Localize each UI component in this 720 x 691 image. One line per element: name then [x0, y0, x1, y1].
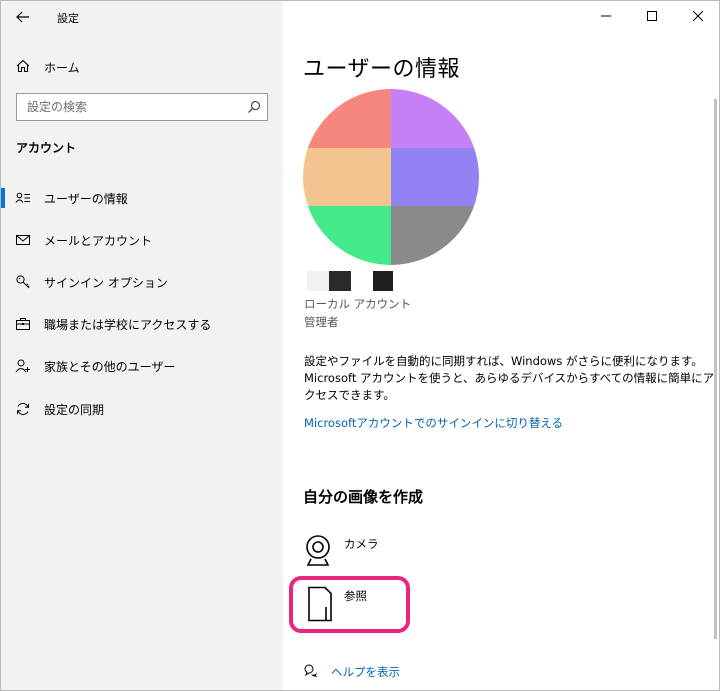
- redaction-block: [307, 271, 329, 291]
- camera-label: カメラ: [344, 537, 379, 551]
- sidebar-item-label: 設定の同期: [44, 403, 105, 417]
- create-picture-heading: 自分の画像を作成: [303, 488, 424, 506]
- avatar-cell: [303, 206, 391, 265]
- browse-button[interactable]: 参照: [303, 584, 503, 629]
- help-label: ヘルプを表示: [331, 665, 400, 679]
- sidebar-item-user-info[interactable]: ユーザーの情報: [1, 180, 283, 216]
- search-icon[interactable]: [247, 100, 261, 114]
- redaction-block: [351, 271, 373, 291]
- scrollbar[interactable]: [714, 99, 717, 639]
- avatar-cell: [391, 148, 479, 206]
- close-icon: [693, 11, 703, 21]
- search-box: [16, 93, 268, 121]
- avatar-cell: [391, 89, 479, 148]
- maximize-button[interactable]: [629, 1, 675, 31]
- sync-icon: [17, 403, 29, 415]
- main-content: ユーザーの情報 ローカル アカウント 管理者 設定やファイルを自動的に同期すれば…: [283, 1, 719, 690]
- sidebar-item-family-users[interactable]: 家族とその他のユーザー: [1, 348, 283, 384]
- page-title: ユーザーの情報: [303, 57, 461, 82]
- section-heading: アカウント: [16, 141, 77, 155]
- user-avatar: [303, 89, 479, 265]
- sidebar-item-sync[interactable]: 設定の同期: [1, 391, 283, 427]
- sidebar-item-label: 家族とその他のユーザー: [44, 360, 176, 374]
- browse-file-icon: [308, 586, 332, 622]
- user-info-icon: [15, 192, 30, 203]
- home-label: ホーム: [44, 61, 80, 75]
- title-bar: 設定: [1, 1, 283, 33]
- browse-label: 参照: [344, 589, 367, 603]
- camera-icon: [306, 535, 330, 566]
- back-arrow-icon: [16, 11, 29, 23]
- minimize-icon: [601, 15, 611, 17]
- search-input[interactable]: [17, 94, 237, 120]
- sidebar-item-home[interactable]: ホーム: [1, 51, 283, 81]
- add-person-icon: [15, 359, 30, 373]
- app-title: 設定: [57, 12, 79, 25]
- minimize-button[interactable]: [583, 1, 629, 31]
- sidebar-item-label: ユーザーの情報: [44, 192, 128, 206]
- settings-window: 設定 ホーム アカウント ユーザーの情報: [0, 0, 720, 691]
- sidebar-item-label: サインイン オプション: [44, 276, 168, 290]
- back-button[interactable]: [7, 3, 39, 31]
- sidebar-item-mail-accounts[interactable]: メールとアカウント: [1, 222, 283, 258]
- microsoft-account-link[interactable]: Microsoftアカウントでのサインインに切り替える: [304, 415, 563, 431]
- sidebar: 設定 ホーム アカウント ユーザーの情報: [1, 1, 283, 690]
- redaction-block: [329, 271, 351, 291]
- home-icon: [16, 59, 30, 73]
- avatar-cell: [303, 148, 391, 206]
- avatar-cell: [391, 206, 479, 265]
- mail-icon: [16, 235, 30, 245]
- account-type: ローカル アカウント: [304, 297, 412, 311]
- briefcase-icon: [16, 318, 30, 330]
- active-indicator: [1, 188, 5, 208]
- description-line: 設定やファイルを自動的に同期すれば、Windows がさらに便利になります。: [304, 354, 703, 368]
- key-icon: [16, 275, 30, 289]
- window-controls: [583, 1, 719, 33]
- account-role: 管理者: [304, 315, 339, 329]
- redaction-block: [373, 271, 393, 291]
- avatar-cell: [303, 89, 391, 148]
- sidebar-item-sign-in-options[interactable]: サインイン オプション: [1, 264, 283, 300]
- help-chat-icon: [304, 664, 318, 677]
- sync-description: 設定やファイルを自動的に同期すれば、Windows がさらに便利になります。 M…: [304, 353, 719, 404]
- camera-button[interactable]: カメラ: [303, 531, 503, 571]
- sidebar-item-label: メールとアカウント: [44, 234, 153, 248]
- close-button[interactable]: [675, 1, 719, 31]
- maximize-icon: [647, 11, 657, 21]
- description-line: クセスできます。: [304, 388, 395, 402]
- description-line: Microsoft アカウントを使うと、あらゆるデバイスからすべての情報に簡単に…: [304, 371, 715, 385]
- sidebar-item-work-school[interactable]: 職場または学校にアクセスする: [1, 306, 283, 342]
- sidebar-item-label: 職場または学校にアクセスする: [44, 318, 212, 332]
